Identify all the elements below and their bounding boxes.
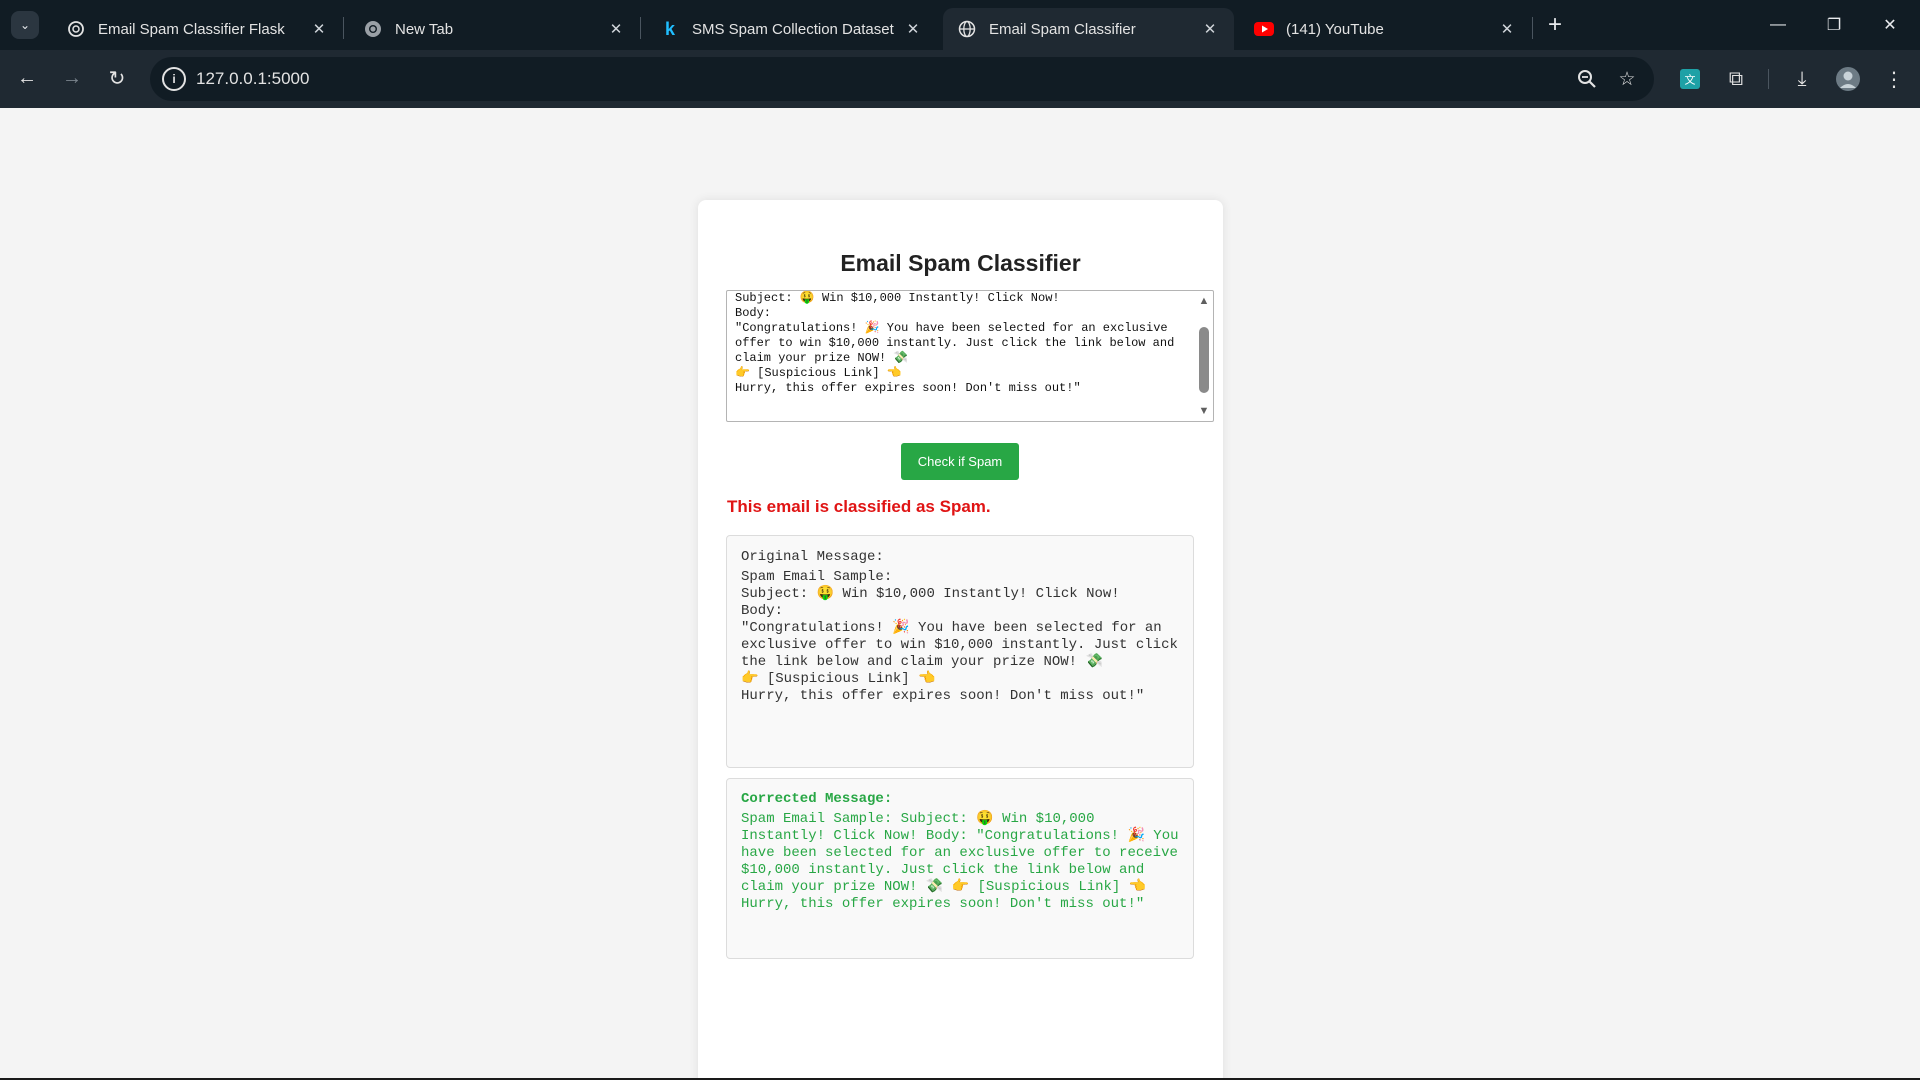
original-message-text: Spam Email Sample: Subject: 🤑 Win $10,00… — [741, 569, 1178, 704]
classifier-card: Email Spam Classifier Subject: 🤑 Win $10… — [698, 200, 1223, 1080]
openai-icon — [66, 19, 86, 39]
address-url[interactable]: 127.0.0.1:5000 — [196, 69, 309, 89]
minimize-button[interactable]: — — [1750, 0, 1806, 50]
close-icon[interactable]: ✕ — [1497, 19, 1517, 39]
tab-title: Email Spam Classifier Flask — [98, 20, 285, 38]
scroll-down-icon[interactable]: ▼ — [1197, 404, 1211, 418]
chevron-down-icon: ⌄ — [19, 18, 31, 32]
close-icon: ✕ — [1883, 17, 1897, 34]
new-tab-button[interactable]: + — [1541, 11, 1569, 39]
tab-separator — [343, 17, 344, 39]
tab-new-tab[interactable]: New Tab ✕ — [349, 8, 640, 50]
toolbar-separator — [1768, 69, 1769, 89]
svg-text:文: 文 — [1685, 73, 1696, 87]
close-window-button[interactable]: ✕ — [1862, 0, 1918, 50]
corrected-message-box: Corrected Message: Spam Email Sample: Sub… — [726, 778, 1194, 959]
plus-icon: + — [1547, 11, 1562, 38]
profile-avatar[interactable] — [1832, 63, 1864, 95]
globe-icon — [957, 19, 977, 39]
back-button[interactable]: ← — [10, 61, 44, 95]
tab-separator — [640, 17, 641, 39]
corrected-message-heading: Corrected Message: — [741, 791, 893, 807]
scroll-up-icon[interactable]: ▲ — [1197, 294, 1211, 308]
browser-toolbar: ← → ↻ i 127.0.0.1:5000 ☆ 文 ⧉ ⤓ ⋮ — [0, 50, 1920, 108]
bookmark-star-icon[interactable]: ☆ — [1615, 67, 1639, 91]
restore-icon: ❐ — [1826, 17, 1842, 34]
email-textarea[interactable]: Subject: 🤑 Win $10,000 Instantly! Click … — [726, 290, 1214, 422]
close-icon[interactable]: ✕ — [1200, 19, 1220, 39]
email-input-text[interactable]: Subject: 🤑 Win $10,000 Instantly! Click … — [735, 291, 1191, 396]
youtube-icon — [1254, 19, 1274, 39]
original-message-heading: Original Message: — [741, 549, 884, 565]
restore-button[interactable]: ❐ — [1806, 0, 1862, 50]
classification-result: This email is classified as Spam. — [727, 497, 991, 516]
address-bar[interactable]: i 127.0.0.1:5000 ☆ — [150, 57, 1654, 101]
tab-email-spam-classifier-flask[interactable]: Email Spam Classifier Flask ✕ — [52, 8, 343, 50]
chrome-icon — [363, 19, 383, 39]
tab-sms-spam-collection-dataset[interactable]: k SMS Spam Collection Dataset ✕ — [646, 8, 937, 50]
page-viewport: Email Spam Classifier Subject: 🤑 Win $10… — [0, 108, 1920, 1080]
textarea-scrollbar[interactable]: ▲ ▼ — [1195, 291, 1213, 421]
corrected-message-text: Spam Email Sample: Subject: 🤑 Win $10,00… — [741, 811, 1187, 912]
info-icon[interactable]: i — [162, 67, 186, 91]
tab-title: New Tab — [395, 20, 454, 38]
kaggle-icon: k — [664, 18, 675, 39]
close-icon[interactable]: ✕ — [606, 19, 626, 39]
download-icon[interactable]: ⤓ — [1786, 63, 1818, 95]
arrow-left-icon: ← — [17, 66, 37, 89]
menu-kebab-icon[interactable]: ⋮ — [1878, 63, 1910, 95]
extensions-puzzle-icon[interactable]: ⧉ — [1720, 63, 1752, 95]
page-title: Email Spam Classifier — [840, 250, 1081, 276]
check-spam-button[interactable]: Check if Spam — [901, 443, 1019, 480]
tab-title: (141) YouTube — [1286, 20, 1384, 38]
tab-strip: ⌄ Email Spam Classifier Flask ✕ New Tab … — [0, 0, 1920, 50]
tab-youtube[interactable]: (141) YouTube ✕ — [1240, 8, 1531, 50]
close-icon[interactable]: ✕ — [309, 19, 329, 39]
reload-icon: ↻ — [108, 67, 126, 90]
tab-separator — [1532, 17, 1533, 39]
tab-title: SMS Spam Collection Dataset — [692, 20, 894, 38]
extension-app-icon[interactable]: 文 — [1674, 63, 1706, 95]
close-icon[interactable]: ✕ — [903, 19, 923, 39]
tab-search-button[interactable]: ⌄ — [11, 11, 39, 39]
original-message-box: Original Message: Spam Email Sample: Subj… — [726, 535, 1194, 768]
tab-title: Email Spam Classifier — [989, 20, 1136, 38]
tab-email-spam-classifier[interactable]: Email Spam Classifier ✕ — [943, 8, 1234, 50]
arrow-right-icon: → — [62, 66, 82, 89]
minimize-icon: — — [1770, 16, 1786, 33]
scrollbar-thumb[interactable] — [1199, 327, 1209, 393]
forward-button[interactable]: → — [55, 61, 89, 95]
zoom-icon[interactable] — [1575, 67, 1599, 91]
reload-button[interactable]: ↻ — [100, 61, 134, 95]
